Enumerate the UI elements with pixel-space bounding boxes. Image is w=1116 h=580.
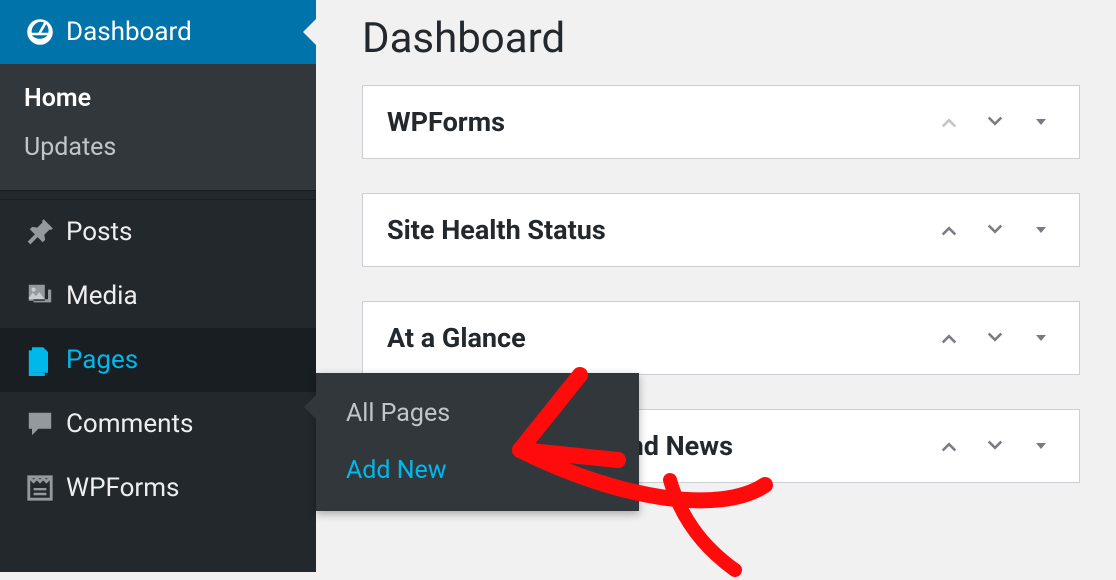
toggle-button[interactable] xyxy=(1027,108,1055,136)
sidebar-subitem-updates[interactable]: Updates xyxy=(0,123,316,172)
comments-icon xyxy=(24,408,66,440)
move-down-button[interactable] xyxy=(981,432,1009,460)
pages-icon xyxy=(24,344,66,376)
media-icon xyxy=(24,280,66,312)
sidebar-item-pages[interactable]: Pages xyxy=(0,328,316,392)
postbox-actions xyxy=(935,324,1055,352)
move-up-button[interactable] xyxy=(935,432,963,460)
wpforms-icon xyxy=(24,472,66,504)
move-up-button[interactable] xyxy=(935,108,963,136)
postbox-actions xyxy=(935,216,1055,244)
flyout-pages: All Pages Add New xyxy=(316,373,639,511)
postbox-actions xyxy=(935,432,1055,460)
sidebar-item-label: Pages xyxy=(66,345,138,375)
admin-sidebar: Dashboard Home Updates Posts Media Pages… xyxy=(0,0,316,572)
postbox-header: At a Glance xyxy=(363,302,1079,374)
sidebar-item-label: Media xyxy=(66,281,138,311)
page-title: Dashboard xyxy=(362,14,1080,63)
postbox-header: WPForms xyxy=(363,86,1079,158)
sidebar-subitem-home[interactable]: Home xyxy=(0,74,316,123)
dashboard-icon xyxy=(24,16,66,48)
sidebar-item-dashboard[interactable]: Dashboard xyxy=(0,0,316,64)
move-down-button[interactable] xyxy=(981,216,1009,244)
sidebar-item-comments[interactable]: Comments xyxy=(0,392,316,456)
move-up-button[interactable] xyxy=(935,324,963,352)
pin-icon xyxy=(24,216,66,248)
toggle-button[interactable] xyxy=(1027,324,1055,352)
postbox-actions xyxy=(935,108,1055,136)
sidebar-separator xyxy=(0,190,316,200)
postbox-site-health: Site Health Status xyxy=(362,193,1080,267)
postbox-title: WPForms xyxy=(387,106,505,138)
postbox-title: Site Health Status xyxy=(387,214,606,246)
sidebar-item-label: Comments xyxy=(66,409,193,439)
postbox-wpforms: WPForms xyxy=(362,85,1080,159)
postbox-header: Site Health Status xyxy=(363,194,1079,266)
postbox-title: At a Glance xyxy=(387,322,526,354)
flyout-item-all-pages[interactable]: All Pages xyxy=(316,385,639,442)
move-up-button[interactable] xyxy=(935,216,963,244)
sidebar-item-label: Posts xyxy=(66,217,132,247)
move-down-button[interactable] xyxy=(981,324,1009,352)
toggle-button[interactable] xyxy=(1027,432,1055,460)
sidebar-item-media[interactable]: Media xyxy=(0,264,316,328)
toggle-button[interactable] xyxy=(1027,216,1055,244)
sidebar-item-label: WPForms xyxy=(66,473,179,503)
postbox-at-a-glance: At a Glance xyxy=(362,301,1080,375)
sidebar-submenu-dashboard: Home Updates xyxy=(0,64,316,190)
sidebar-item-wpforms[interactable]: WPForms xyxy=(0,456,316,520)
sidebar-item-posts[interactable]: Posts xyxy=(0,200,316,264)
move-down-button[interactable] xyxy=(981,108,1009,136)
flyout-item-add-new[interactable]: Add New xyxy=(316,442,639,499)
sidebar-item-label: Dashboard xyxy=(66,17,192,47)
